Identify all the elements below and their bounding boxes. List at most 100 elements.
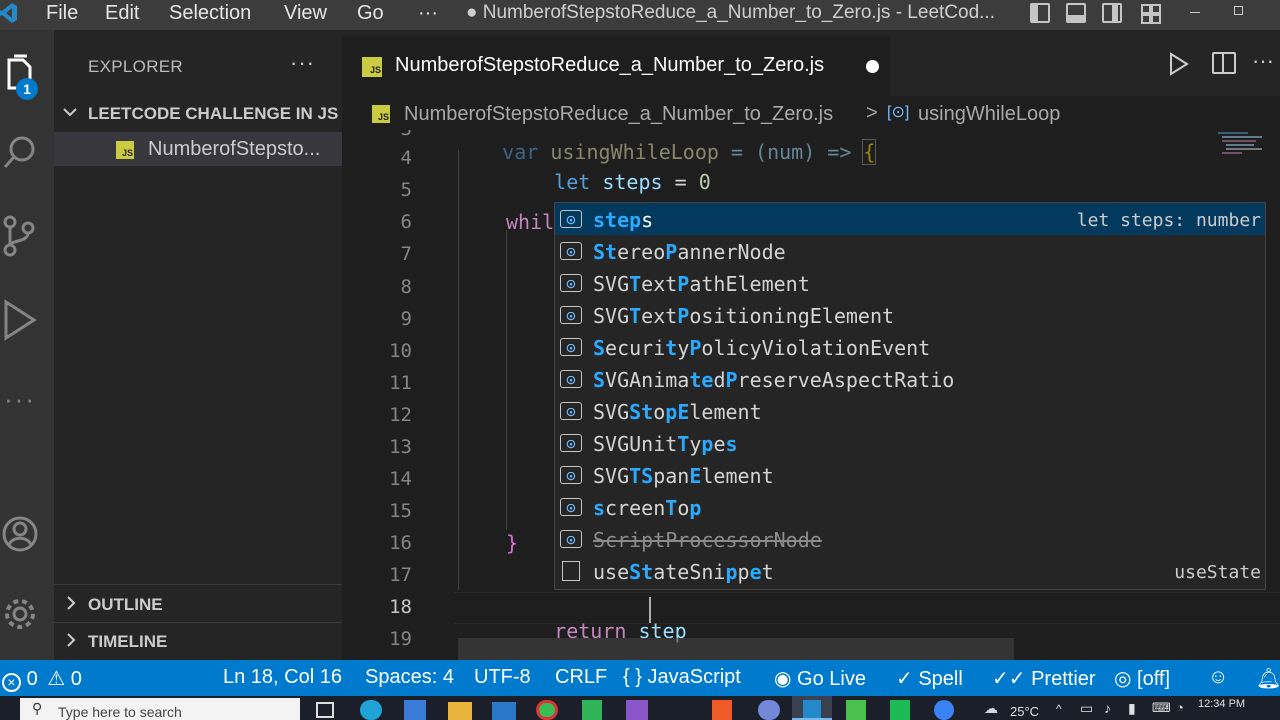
toggle-secondary-sidebar-icon[interactable]: [1102, 3, 1122, 23]
suggest-item[interactable]: ⊙ SVGTextPathElement: [555, 267, 1265, 299]
outline-section[interactable]: OUTLINE: [88, 595, 163, 615]
file-tree-item[interactable]: JS NumberofStepsto...: [54, 132, 342, 166]
go-live-button[interactable]: ◉ Go Live: [774, 666, 866, 691]
search-icon[interactable]: [0, 134, 40, 174]
run-file-icon[interactable]: [1168, 52, 1190, 76]
suggest-item[interactable]: ⊙ SVGTextPositioningElement: [555, 299, 1265, 331]
speaker-icon[interactable]: ♪: [1104, 700, 1111, 716]
mail-icon[interactable]: [492, 702, 516, 720]
language-mode[interactable]: { } JavaScript: [623, 666, 741, 689]
suggest-item[interactable]: ⊙ StereoPannerNode: [555, 235, 1265, 267]
suggest-item[interactable]: ⊙ ScriptProcessorNode: [555, 523, 1265, 555]
more-views-icon[interactable]: ···: [0, 384, 40, 414]
suggest-item[interactable]: ⊙ SVGStopElement: [555, 395, 1265, 427]
chevron-right-icon[interactable]: [64, 595, 78, 611]
network-icon[interactable]: ▭: [1080, 700, 1093, 717]
menu-view[interactable]: View: [284, 0, 327, 30]
double-check-icon: ✓✓: [992, 668, 1026, 690]
workspace-folder[interactable]: LEETCODE CHALLENGE IN JS: [88, 104, 338, 124]
menu-go[interactable]: Go: [357, 0, 384, 30]
minimap[interactable]: [1218, 130, 1268, 176]
help-icon[interactable]: [934, 700, 954, 720]
end-of-line[interactable]: CRLF: [555, 666, 607, 689]
warning-count: 0: [70, 668, 82, 690]
chevron-right-icon[interactable]: [64, 632, 78, 648]
wifi-icon[interactable]: ◔: [1176, 700, 1184, 715]
problems-indicator[interactable]: × 0 ⚠ 0: [2, 666, 82, 692]
suggest-item-label: SVGTextPathElement: [593, 272, 810, 296]
suggest-item-label: SVGTSpanElement: [593, 464, 774, 488]
notifications-bell-icon[interactable]: 🔔︎: [1256, 666, 1280, 691]
app-jade-icon[interactable]: [890, 700, 910, 720]
code-line-6: whil: [506, 210, 555, 234]
indentation[interactable]: Spaces: 4: [365, 666, 454, 689]
suggest-item-label: ScriptProcessorNode: [593, 528, 822, 552]
settings-gear-icon[interactable]: [0, 594, 40, 638]
suggest-item[interactable]: useStateSnippet useState: [555, 555, 1265, 587]
store-icon[interactable]: [404, 700, 426, 720]
language-icon[interactable]: ⌨: [1152, 700, 1171, 716]
sidebar-divider: [54, 622, 342, 623]
encoding[interactable]: UTF-8: [474, 666, 531, 689]
suggest-item[interactable]: ⊙ SVGTSpanElement: [555, 459, 1265, 491]
suggest-item[interactable]: ⊙ SVGUnitTypes: [555, 427, 1265, 459]
menu-selection[interactable]: Selection: [169, 0, 251, 30]
unsaved-dot-icon[interactable]: [866, 60, 879, 73]
restore-icon[interactable]: [1234, 6, 1243, 15]
taskbar-search-box[interactable]: ⚲ Type here to search: [20, 698, 300, 720]
clock[interactable]: 12:34 PM: [1198, 698, 1245, 710]
toggle-panel-icon[interactable]: [1066, 3, 1086, 23]
battery-icon[interactable]: ▮: [1128, 700, 1136, 717]
variable-icon: ⊙: [560, 306, 582, 325]
chrome-icon[interactable]: [536, 700, 558, 720]
app-green-icon[interactable]: [582, 700, 602, 720]
run-debug-icon[interactable]: [0, 298, 40, 342]
js-file-icon: JS: [372, 105, 390, 123]
accounts-icon[interactable]: [0, 514, 40, 558]
menu-file[interactable]: File: [46, 0, 78, 30]
feedback-icon[interactable]: ☺: [1208, 666, 1228, 689]
menu-edit[interactable]: Edit: [105, 0, 139, 30]
cursor-position[interactable]: Ln 18, Col 16: [223, 666, 342, 689]
chevron-down-icon[interactable]: [62, 104, 78, 120]
line-number: 13: [389, 436, 412, 458]
suggest-item[interactable]: ⊙ SecurityPolicyViolationEvent: [555, 331, 1265, 363]
minimize-icon[interactable]: [1190, 12, 1200, 13]
explorer-header: EXPLORER: [88, 57, 183, 76]
off-indicator[interactable]: ◎ [off]: [1114, 666, 1170, 691]
discord-icon[interactable]: [758, 700, 780, 720]
timeline-section[interactable]: TIMELINE: [88, 632, 167, 652]
prettier-button[interactable]: ✓✓ Prettier: [992, 666, 1096, 691]
source-control-icon[interactable]: [0, 214, 40, 258]
toggle-sidebar-icon[interactable]: [1030, 3, 1050, 23]
editor-tab[interactable]: JS NumberofStepstoReduce_a_Number_to_Zer…: [342, 36, 890, 96]
editor-more-button[interactable]: ···: [1252, 48, 1274, 74]
split-editor-icon[interactable]: [1212, 52, 1236, 74]
app-lime-icon[interactable]: [846, 700, 866, 720]
variable-icon: ⊙: [560, 530, 582, 549]
folder-icon[interactable]: [448, 702, 472, 720]
tray-chevron-icon[interactable]: ^: [1056, 702, 1062, 716]
broadcast-icon: ◉: [774, 668, 792, 690]
customize-layout-icon[interactable]: [1140, 3, 1162, 25]
spell-button[interactable]: ✓ Spell: [896, 666, 963, 691]
suggest-item[interactable]: ⊙ screenTop: [555, 491, 1265, 523]
horizontal-scrollbar[interactable]: [458, 638, 1014, 660]
check-icon: ✓: [896, 668, 913, 690]
task-view-icon[interactable]: [316, 702, 334, 718]
breadcrumb-file[interactable]: NumberofStepstoReduce_a_Number_to_Zero.j…: [404, 103, 833, 126]
suggest-item[interactable]: ⊙ SVGAnimatedPreserveAspectRatio: [555, 363, 1265, 395]
menu-more[interactable]: ···: [418, 0, 438, 30]
suggest-item-detail: let steps: number: [1076, 210, 1261, 231]
edge-icon[interactable]: [360, 700, 382, 720]
visual-studio-icon[interactable]: [626, 700, 648, 720]
suggest-item[interactable]: ⊙ steps let steps: number: [555, 203, 1265, 235]
explorer-more-button[interactable]: ···: [290, 50, 315, 76]
breadcrumb-symbol[interactable]: usingWhileLoop: [918, 103, 1060, 126]
breadcrumb-separator: >: [866, 102, 878, 124]
suggest-item-label: screenTop: [593, 496, 702, 520]
brave-icon[interactable]: [712, 700, 732, 720]
eye-icon: ◎: [1114, 668, 1132, 690]
suggest-widget[interactable]: ⊙ steps let steps: number ⊙ StereoPannerNode…: [554, 202, 1266, 590]
vscode-taskbar-active[interactable]: [792, 696, 832, 720]
